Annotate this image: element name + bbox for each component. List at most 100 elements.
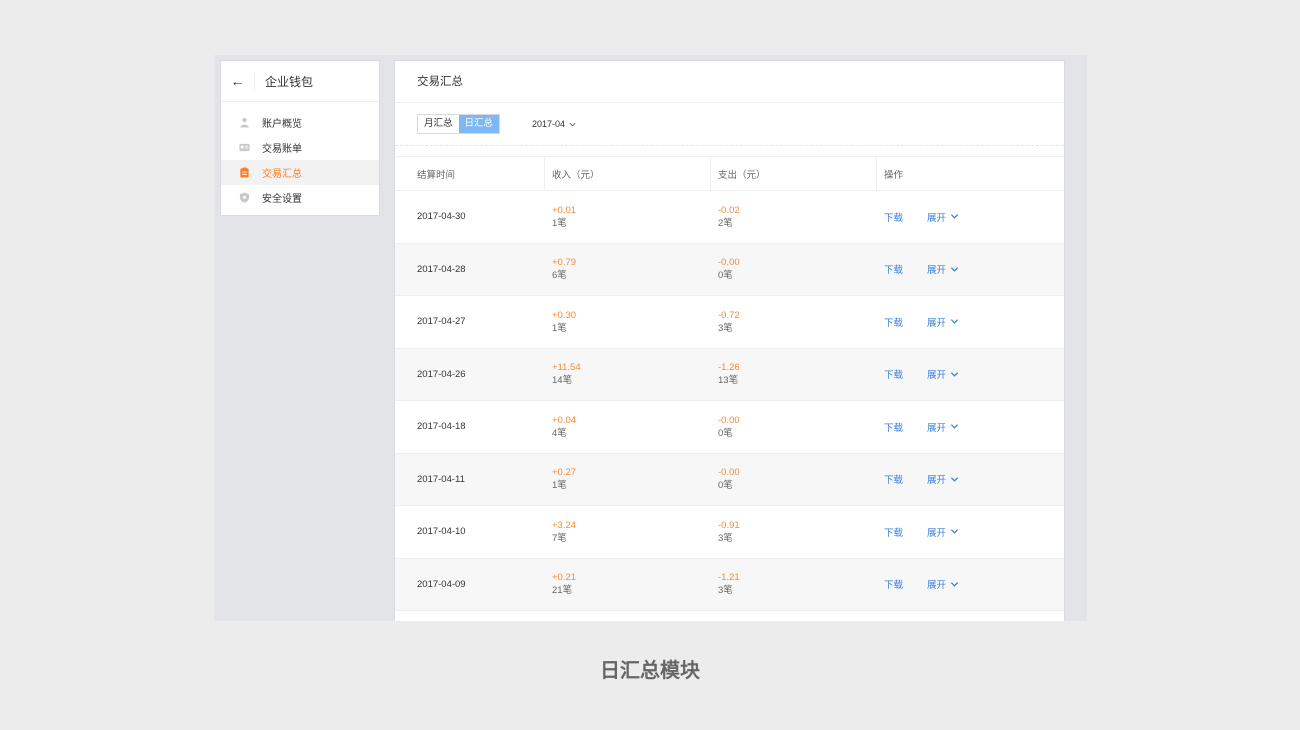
column-header-income: 收入（元）	[545, 157, 711, 190]
main-panel: 交易汇总 月汇总 日汇总 2017-04 结算时间 收入（元） 支出（元） 操作…	[394, 60, 1065, 621]
expense-count: 0笔	[718, 427, 733, 439]
sidebar-item-account-overview[interactable]: 账户概览	[221, 110, 379, 135]
sidebar-item-security-settings[interactable]: 安全设置	[221, 185, 379, 210]
caption: 日汇总模块	[600, 660, 700, 682]
download-link[interactable]: 下载	[884, 472, 903, 486]
expense-amount: -0.00	[718, 414, 740, 426]
row-actions: 下载 展开	[877, 577, 1064, 591]
sidebar-header: ← 企业钱包	[221, 61, 379, 102]
column-header-date: 结算时间	[395, 157, 545, 190]
expense-amount: -1.21	[718, 572, 740, 584]
row-expense: -0.72 3笔	[711, 309, 877, 335]
row-date: 2017-04-11	[417, 473, 465, 485]
row-expense: -1.26 13笔	[711, 361, 877, 387]
summary-tabs: 月汇总 日汇总	[417, 114, 501, 134]
row-expense: -0.00 0笔	[711, 256, 877, 282]
income-count: 21笔	[552, 585, 573, 597]
toolbar: 月汇总 日汇总 2017-04	[395, 103, 1064, 146]
row-expense: -1.21 3笔	[711, 571, 877, 597]
download-link[interactable]: 下载	[884, 262, 903, 276]
page-title: 交易汇总	[395, 61, 1064, 103]
expense-amount: -1.26	[718, 362, 740, 374]
tab-daily-summary[interactable]: 日汇总	[458, 115, 500, 133]
row-income: +11.54 14笔	[545, 361, 711, 387]
expense-amount: -0.00	[718, 467, 740, 479]
expense-count: 3笔	[718, 322, 733, 334]
row-income: +0.04 4笔	[545, 414, 711, 440]
download-link[interactable]: 下载	[884, 315, 903, 329]
income-amount: +0.01	[552, 204, 577, 216]
sidebar-menu: 账户概览 交易账单 交易汇总 安全设置	[221, 102, 379, 210]
expand-toggle[interactable]: 展开	[927, 577, 959, 591]
sidebar-item-transaction-bill[interactable]: 交易账单	[221, 135, 379, 160]
card-icon	[239, 142, 250, 153]
expand-label: 展开	[927, 370, 947, 382]
row-expense: -0.02 2笔	[711, 204, 877, 230]
income-count: 7笔	[552, 532, 567, 544]
income-amount: +0.30	[552, 309, 577, 321]
expense-amount: -0.91	[718, 519, 740, 531]
download-link[interactable]: 下载	[884, 367, 903, 381]
column-header-actions: 操作	[884, 169, 904, 181]
shield-icon	[239, 192, 250, 203]
back-arrow-icon[interactable]: ←	[221, 72, 255, 90]
table-row: 2017-04-27 +0.30 1笔 -0.72 3笔 下载 展开	[395, 296, 1064, 349]
clipboard-icon	[239, 167, 250, 178]
income-count: 6笔	[552, 270, 567, 282]
expand-toggle[interactable]: 展开	[927, 262, 959, 276]
row-date: 2017-04-10	[417, 526, 466, 538]
expense-count: 2笔	[718, 217, 733, 229]
expand-label: 展开	[927, 422, 947, 434]
row-actions: 下载 展开	[877, 367, 1064, 381]
expense-amount: -0.72	[718, 309, 740, 321]
expand-label: 展开	[927, 265, 947, 277]
expand-toggle[interactable]: 展开	[927, 525, 959, 539]
expand-toggle[interactable]: 展开	[927, 420, 959, 434]
expense-amount: -0.02	[718, 204, 740, 216]
expand-label: 展开	[927, 212, 947, 224]
sidebar-item-label: 交易汇总	[262, 169, 302, 180]
table-row: 2017-04-09 +0.21 21笔 -1.21 3笔 下载 展开	[395, 558, 1064, 611]
expand-toggle[interactable]: 展开	[927, 210, 959, 224]
expand-toggle[interactable]: 展开	[927, 367, 959, 381]
tab-monthly-summary[interactable]: 月汇总	[418, 115, 459, 133]
row-expense: -0.91 3笔	[711, 519, 877, 545]
table-row: 2017-04-28 +0.79 6笔 -0.00 0笔 下载 展开	[395, 243, 1064, 296]
row-date: 2017-04-26	[417, 368, 466, 380]
expand-label: 展开	[927, 475, 947, 487]
row-expense: -0.00 0笔	[711, 466, 877, 492]
download-link[interactable]: 下载	[884, 210, 903, 224]
income-count: 1笔	[552, 217, 567, 229]
row-actions: 下载 展开	[877, 420, 1064, 434]
expand-toggle[interactable]: 展开	[927, 315, 959, 329]
row-income: +0.79 6笔	[545, 256, 711, 282]
income-amount: +0.04	[552, 414, 577, 426]
sidebar-item-label: 交易账单	[262, 144, 302, 155]
row-date: 2017-04-09	[417, 578, 466, 590]
income-amount: +3.24	[552, 519, 577, 531]
row-income: +0.01 1笔	[545, 204, 711, 230]
chevron-down-icon	[950, 214, 959, 219]
table-row: 2017-04-10 +3.24 7笔 -0.91 3笔 下载 展开	[395, 506, 1064, 559]
income-count: 14笔	[552, 375, 573, 387]
chevron-down-icon	[950, 319, 959, 324]
person-icon	[239, 117, 250, 128]
sidebar-item-transaction-summary[interactable]: 交易汇总	[221, 160, 379, 185]
month-dropdown[interactable]: 2017-04	[532, 119, 576, 129]
download-link[interactable]: 下载	[884, 577, 903, 591]
chevron-down-icon	[950, 372, 959, 377]
app-frame: ← 企业钱包 账户概览 交易账单 交易汇总 安全设置 交易汇总 月汇总 日汇总 …	[214, 55, 1087, 621]
row-expense: -0.00 0笔	[711, 414, 877, 440]
chevron-down-icon	[950, 529, 959, 534]
row-actions: 下载 展开	[877, 525, 1064, 539]
sidebar-item-label: 账户概览	[262, 119, 302, 130]
table-row: 2017-04-26 +11.54 14笔 -1.26 13笔 下载 展开	[395, 348, 1064, 401]
table-row: 2017-04-11 +0.27 1笔 -0.00 0笔 下载 展开	[395, 453, 1064, 506]
expand-label: 展开	[927, 580, 947, 592]
chevron-down-icon	[950, 582, 959, 587]
download-link[interactable]: 下载	[884, 525, 903, 539]
download-link[interactable]: 下载	[884, 420, 903, 434]
expand-label: 展开	[927, 317, 947, 329]
expand-toggle[interactable]: 展开	[927, 472, 959, 486]
column-header-expense: 支出（元）	[711, 157, 877, 190]
